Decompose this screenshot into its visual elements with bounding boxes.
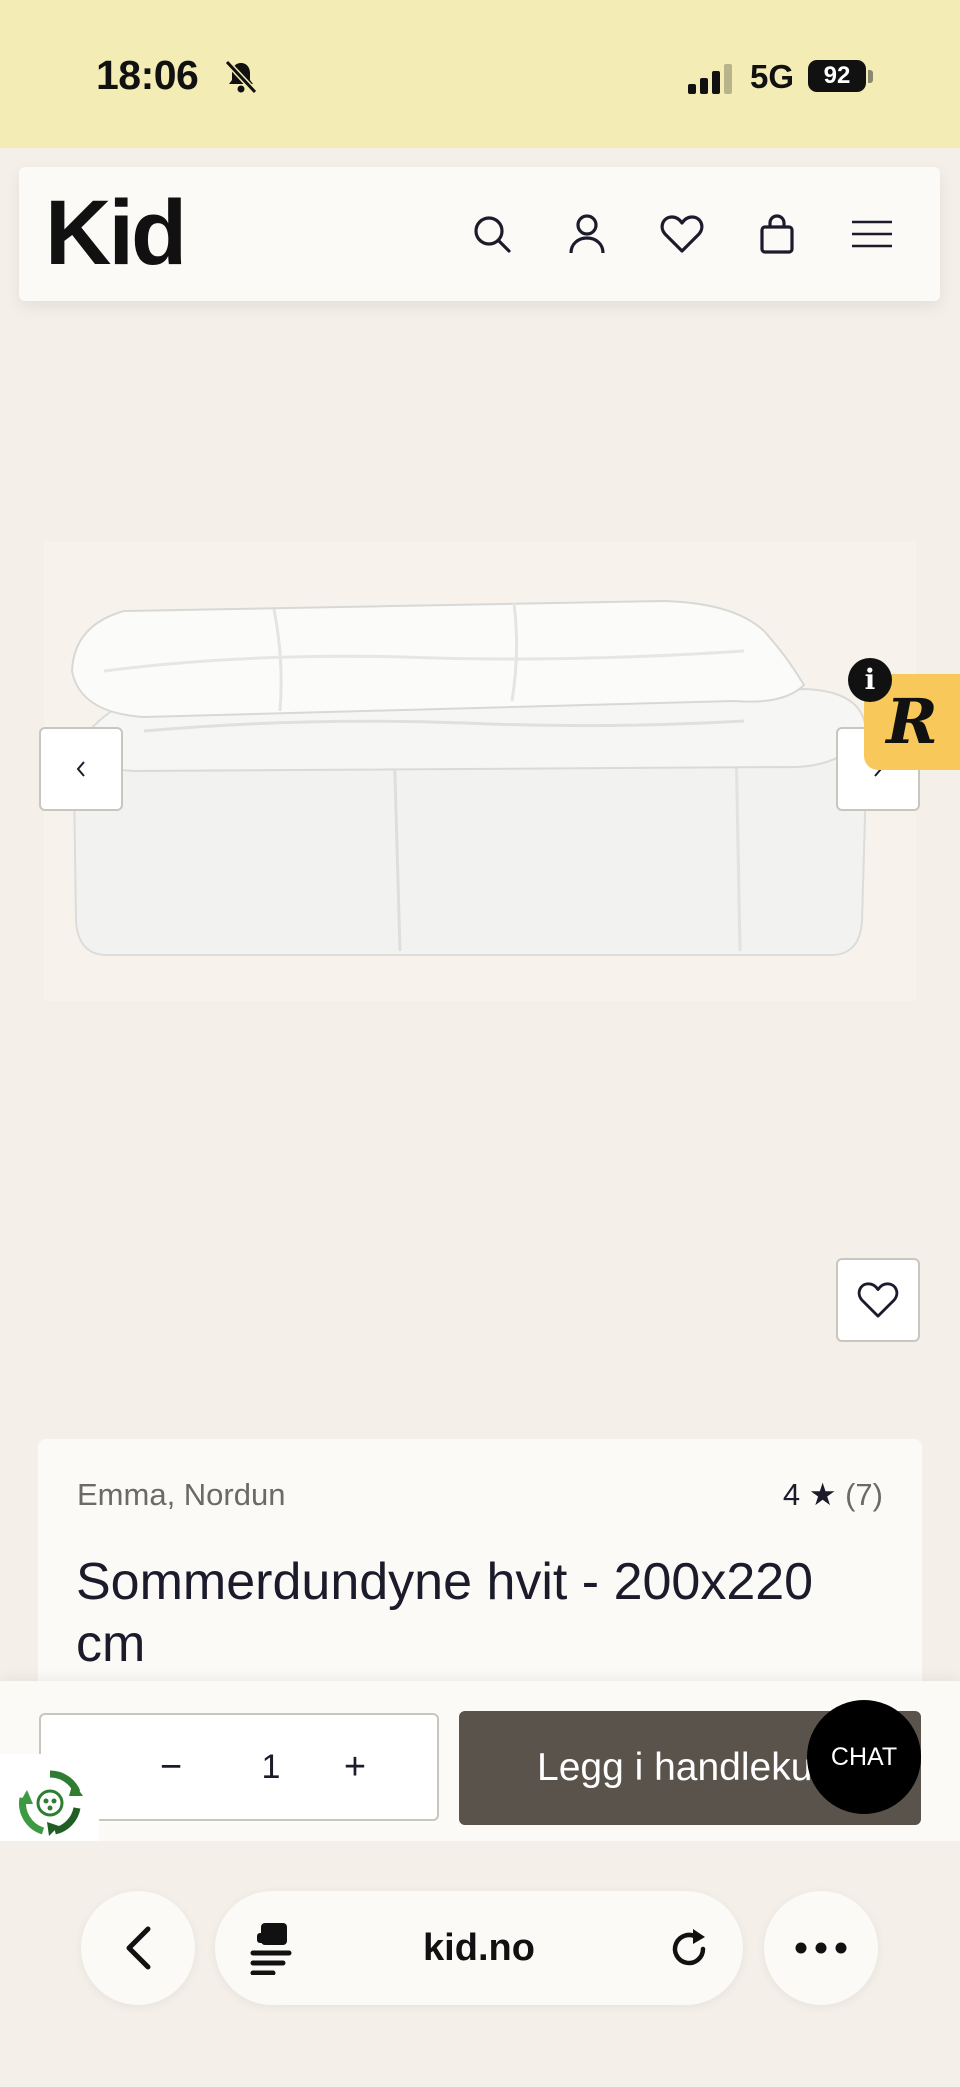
shopping-bag-icon[interactable] <box>752 209 802 259</box>
chevron-left-icon <box>76 761 85 777</box>
heart-outline-icon <box>857 1282 899 1318</box>
decrease-quantity-button[interactable]: − <box>141 1715 201 1819</box>
browser-toolbar: kid.no <box>0 1841 960 2087</box>
more-dots-icon <box>795 1942 847 1954</box>
recycle-badge[interactable] <box>0 1754 99 1852</box>
status-bar: 18:06 5G 92 <box>0 0 960 148</box>
url-text: kid.no <box>423 1927 535 1969</box>
chat-button[interactable]: CHAT <box>807 1700 921 1814</box>
info-icon[interactable]: i <box>848 658 892 702</box>
site-header: Kid <box>19 167 940 301</box>
duvet-product-image <box>44 541 916 1001</box>
chevron-left-icon <box>126 1926 151 1970</box>
product-title: Sommerdundyne hvit - 200x220 cm <box>76 1553 814 1673</box>
rating-value: 4 <box>782 1477 801 1512</box>
add-to-wishlist-button[interactable] <box>836 1258 920 1342</box>
rating-count: (7) <box>845 1477 883 1512</box>
heart-icon[interactable] <box>657 209 707 259</box>
quantity-value[interactable]: 1 <box>241 1715 301 1819</box>
signal-icon <box>688 64 732 94</box>
product-brand[interactable]: Emma, Nordun <box>77 1477 285 1513</box>
network-label: 5G <box>750 58 795 95</box>
kid-logo[interactable]: Kid <box>45 187 187 279</box>
product-info-card: Emma, Nordun 4 ★ (7) Sommerdundyne hvit … <box>38 1439 922 1689</box>
product-gallery <box>0 301 960 1411</box>
quantity-stepper: − 1 + <box>39 1713 439 1821</box>
search-icon[interactable] <box>467 209 517 259</box>
gallery-prev-button[interactable] <box>39 727 123 811</box>
increase-quantity-button[interactable]: + <box>325 1715 385 1819</box>
battery-cap <box>868 70 873 83</box>
reload-icon[interactable] <box>667 1927 711 1971</box>
r-widget-logo: R <box>886 685 938 758</box>
star-icon: ★ <box>808 1477 837 1512</box>
account-icon[interactable] <box>562 209 612 259</box>
browser-back-button[interactable] <box>81 1891 195 2005</box>
menu-icon[interactable] <box>847 209 897 259</box>
address-bar[interactable]: kid.no <box>215 1891 743 2005</box>
browser-more-button[interactable] <box>764 1891 878 2005</box>
product-rating[interactable]: 4 ★ (7) <box>783 1477 883 1513</box>
bell-muted-icon <box>224 59 258 95</box>
status-time: 18:06 <box>96 52 199 98</box>
battery-indicator: 92 <box>808 60 866 92</box>
recycle-icon <box>18 1770 83 1836</box>
